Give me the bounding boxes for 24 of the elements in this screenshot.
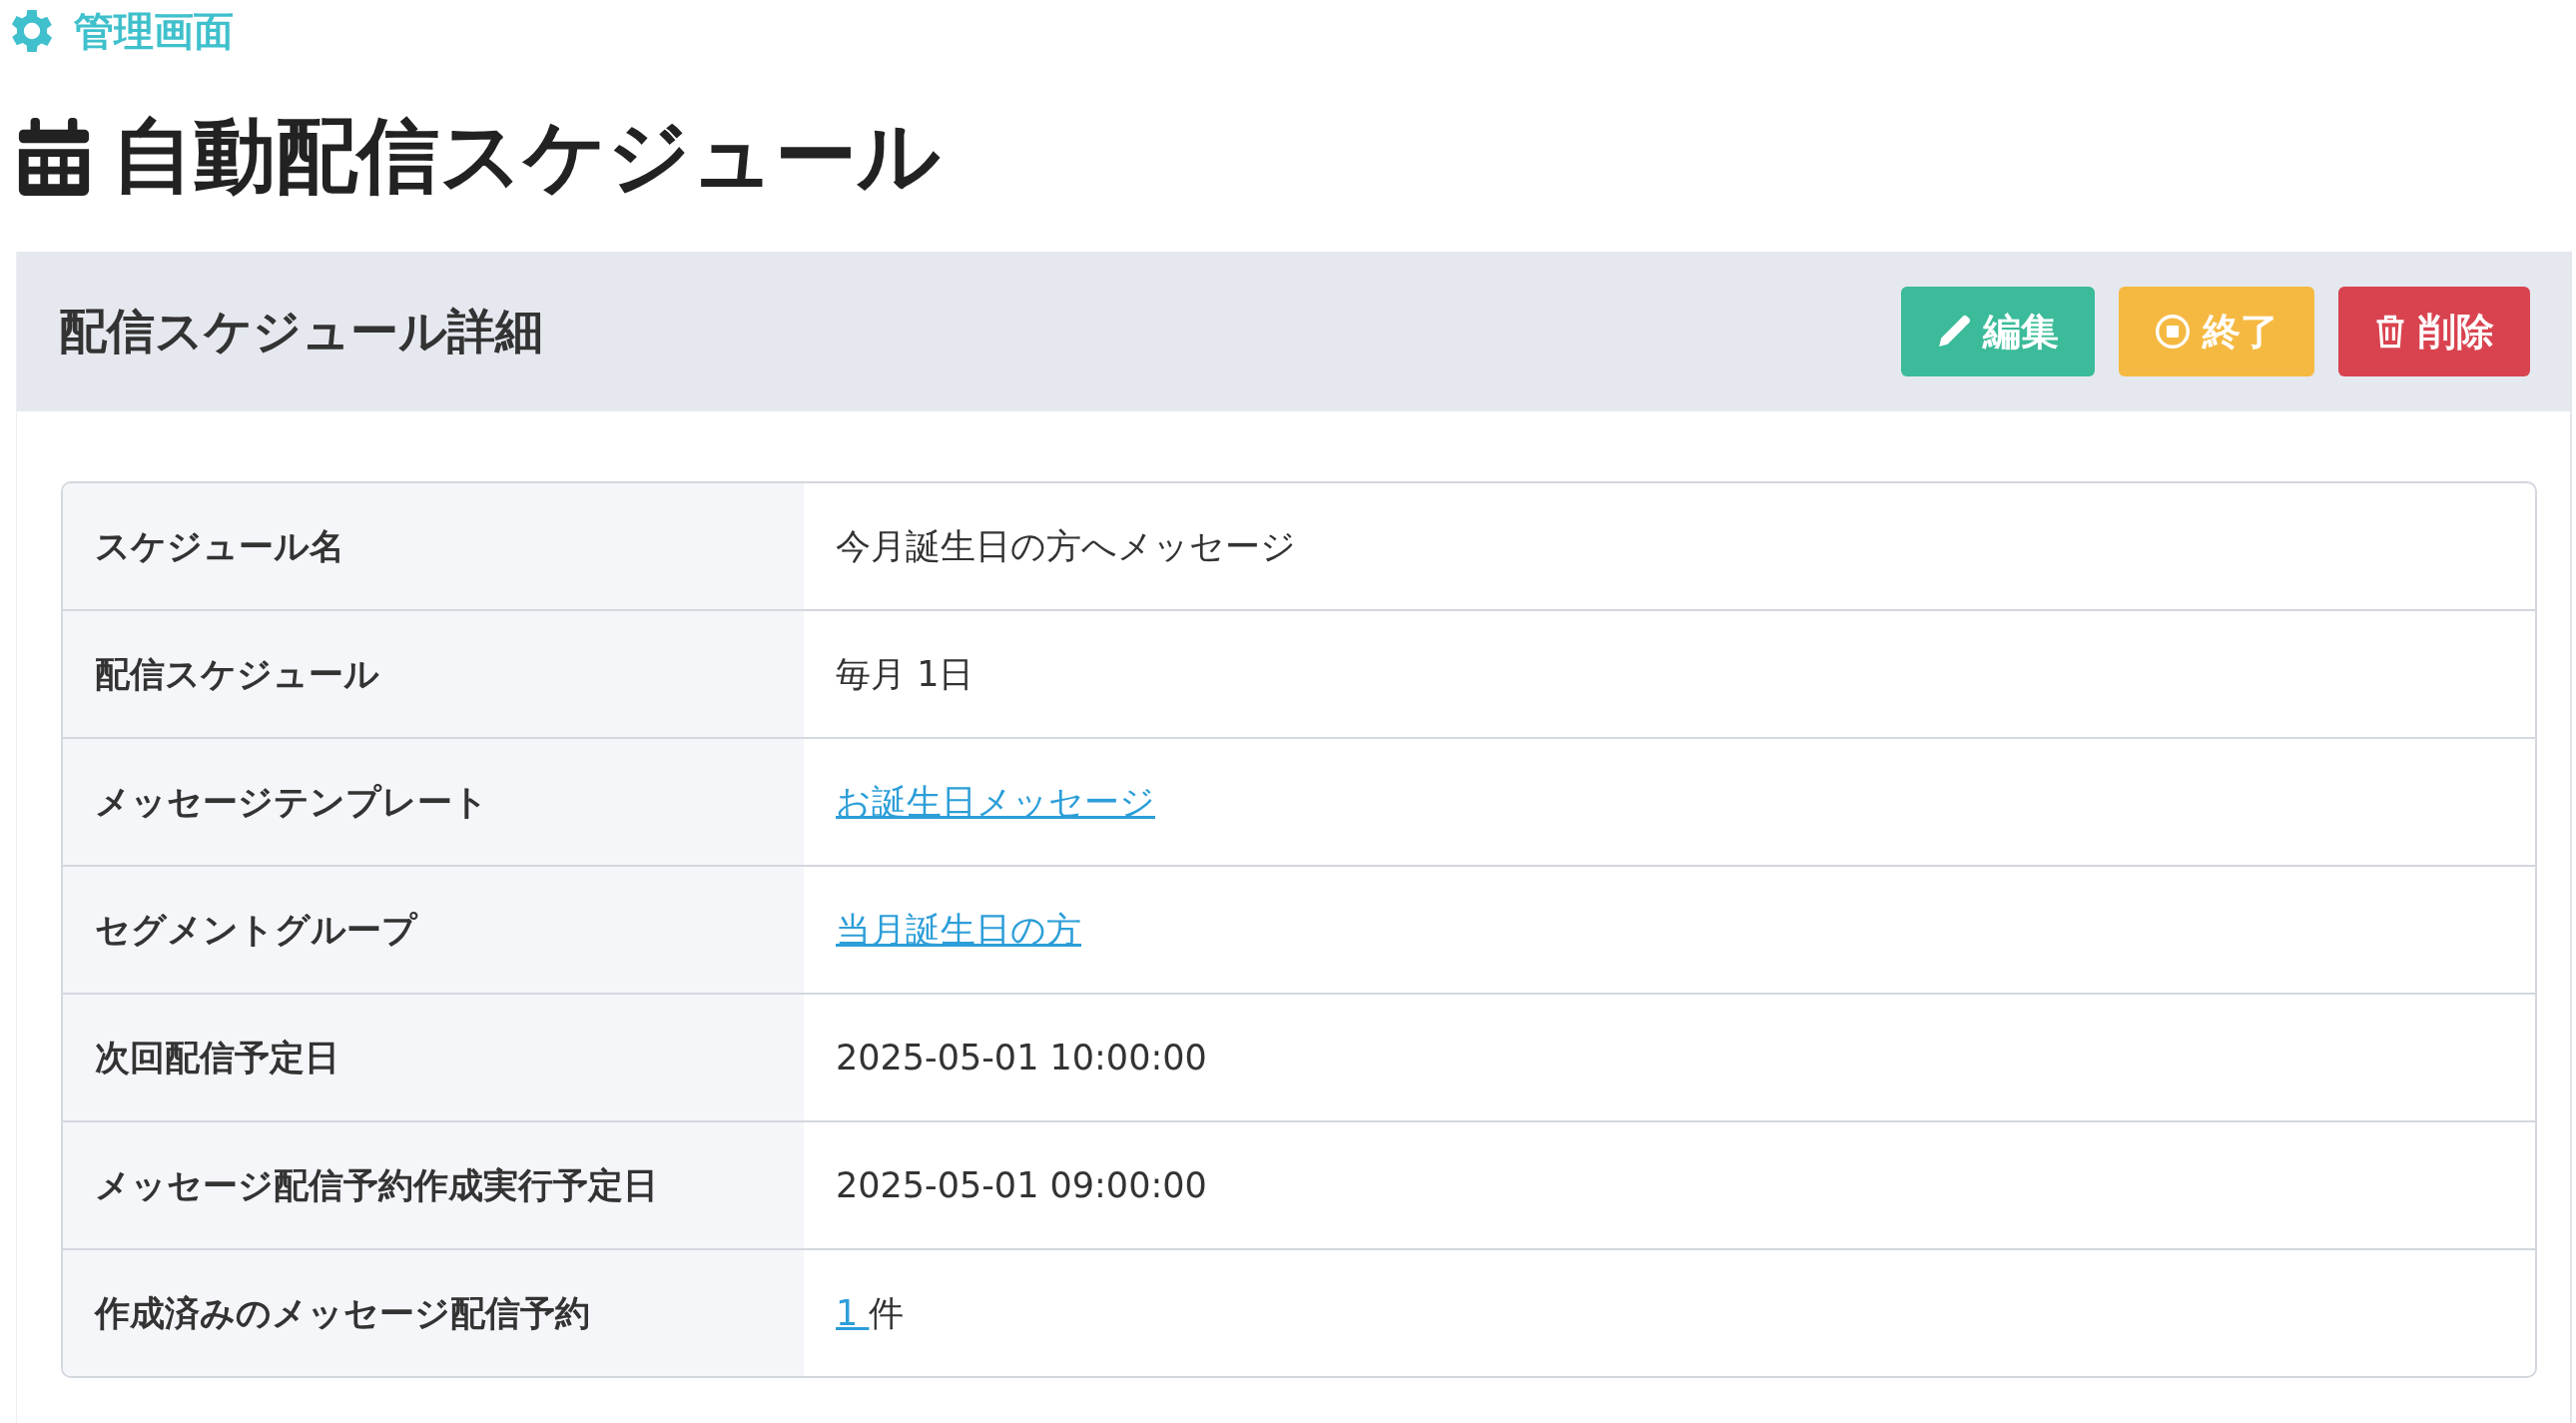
page-title: 自動配信スケジュール [112,107,941,205]
row-label: セグメントグループ [63,865,804,993]
row-label: 次回配信予定日 [63,993,804,1120]
card-title: 配信スケジュール詳細 [59,302,543,360]
stop-circle-icon [2155,314,2191,350]
delete-button[interactable]: 削除 [2338,287,2530,376]
row-value: 毎月 1日 [804,609,2535,737]
row-label: メッセージ配信予約作成実行予定日 [63,1120,804,1248]
row-value: 2025-05-01 09:00:00 [804,1120,2535,1248]
row-label: 配信スケジュール [63,609,804,737]
row-label: メッセージテンプレート [63,737,804,865]
end-button[interactable]: 終了 [2119,287,2314,376]
pencil-icon [1937,315,1971,349]
value-link[interactable]: お誕生日メッセージ [836,781,1155,822]
row-label: 作成済みのメッセージ配信予約 [63,1248,804,1376]
count-link[interactable]: 1 [836,1292,870,1333]
brand-label[interactable]: 管理画面 [74,3,234,59]
row-value: 今月誕生日の方へメッセージ [835,524,1297,568]
trash-icon [2374,314,2406,350]
calendar-icon [18,118,90,196]
value-link[interactable]: 当月誕生日の方 [836,909,1081,950]
row-value: 2025-05-01 10:00:00 [804,993,2535,1120]
row-label: スケジュール名 [63,483,804,609]
edit-button[interactable]: 編集 [1901,287,2095,376]
